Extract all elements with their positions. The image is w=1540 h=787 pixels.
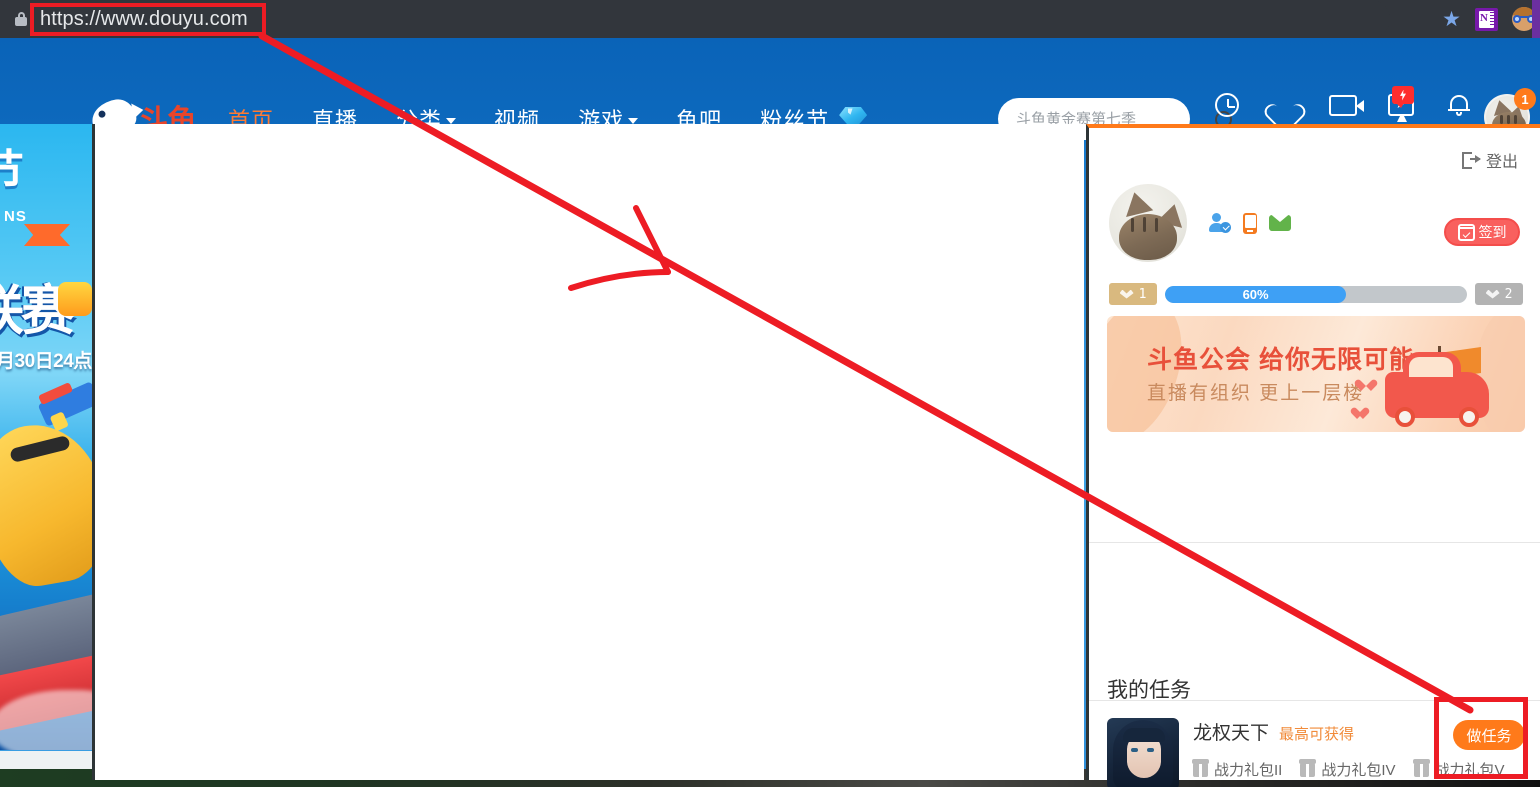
- current-level-badge: 1: [1109, 283, 1157, 305]
- level-progress-bar: 60%: [1165, 285, 1467, 303]
- heart-decor-icon: [1359, 375, 1373, 388]
- main-content-area: [92, 124, 1084, 780]
- panel-divider: [1089, 700, 1540, 701]
- lightning-badge-icon: [1392, 86, 1414, 108]
- video-camera-icon: [1329, 90, 1364, 120]
- gift-box-icon: [1299, 758, 1317, 777]
- panel-user-row: [1109, 184, 1291, 262]
- gift-item: 战力礼包II: [1192, 758, 1283, 780]
- task-gift-list: 战力礼包II 战力礼包IV 战力礼包V: [1192, 758, 1525, 780]
- clock-icon: [1215, 90, 1239, 120]
- avatar-notification-badge: 1: [1514, 88, 1536, 110]
- next-level-badge: 2: [1475, 283, 1523, 305]
- url-text: https://www.douyu.com: [40, 7, 248, 30]
- task-row: 龙权天下 最高可获得 战力礼包II 战力礼包IV 战力礼包V 做任务: [1107, 718, 1525, 787]
- calendar-check-icon: [1457, 223, 1475, 241]
- current-level-value: 1: [1138, 286, 1147, 302]
- next-level-value: 2: [1504, 286, 1513, 302]
- site-navbar: 斗鱼 DOUYU.COM 首页 直播 分类 视频 游戏 鱼吧: [0, 38, 1540, 145]
- promo-water-gun: [37, 381, 92, 427]
- browser-extension-bar: ★: [1442, 0, 1540, 38]
- gift-label: 战力礼包V: [1434, 762, 1505, 779]
- user-dropdown-panel: 登出 签到 1 60% 2 斗鱼公会 给你无限可能 直播有组织 更上一层楼 我的…: [1086, 124, 1540, 787]
- do-task-button[interactable]: 做任务: [1453, 720, 1525, 750]
- promo-tag-ns: NS: [4, 208, 27, 225]
- promo-ribbon: [24, 224, 70, 246]
- heart-decor-icon: [1355, 403, 1365, 412]
- task-game-thumbnail[interactable]: [1107, 718, 1179, 787]
- browser-right-edge: [1532, 0, 1540, 38]
- monitor-icon: [1388, 86, 1414, 120]
- gift-label: 战力礼包IV: [1321, 762, 1396, 779]
- checkin-button[interactable]: 签到: [1444, 218, 1520, 246]
- account-status-icons: [1209, 212, 1291, 234]
- bell-icon: [1448, 90, 1470, 120]
- left-promo-banner[interactable]: 节 NS 联赛 月30日24点: [0, 124, 92, 750]
- car-illustration: [1385, 352, 1489, 427]
- person-verified-icon[interactable]: [1209, 213, 1231, 233]
- level-progress-row: 1 60% 2: [1109, 283, 1523, 305]
- gift-box-icon: [1412, 758, 1430, 777]
- browser-toolbar: https://www.douyu.com ★: [0, 0, 1540, 38]
- level-wing-icon: [1119, 289, 1134, 299]
- logout-label: 登出: [1485, 154, 1518, 171]
- panel-avatar[interactable]: [1109, 184, 1187, 262]
- onenote-icon[interactable]: [1475, 7, 1498, 31]
- guild-banner-subtitle: 直播有组织 更上一层楼: [1147, 383, 1365, 404]
- guild-promo-banner[interactable]: 斗鱼公会 给你无限可能 直播有组织 更上一层楼: [1107, 316, 1525, 432]
- logout-button[interactable]: 登出: [1461, 148, 1518, 172]
- star-icon[interactable]: ★: [1442, 9, 1461, 30]
- heart-icon: [1272, 90, 1298, 120]
- gift-box-icon: [1192, 758, 1209, 777]
- promo-s-badge: [58, 282, 92, 316]
- phone-icon[interactable]: [1243, 212, 1257, 234]
- promo-tag-top: 节: [0, 136, 24, 202]
- task-game-name[interactable]: 龙权天下: [1193, 718, 1269, 745]
- logout-icon: [1461, 151, 1481, 169]
- guild-banner-title: 斗鱼公会 给你无限可能: [1147, 346, 1415, 374]
- promo-date: 月30日24点: [0, 351, 92, 372]
- level-progress-fill: 60%: [1165, 285, 1347, 303]
- gift-label: 战力礼包II: [1214, 762, 1283, 779]
- address-bar[interactable]: https://www.douyu.com: [0, 0, 1390, 38]
- checkin-label: 签到: [1478, 224, 1507, 240]
- lock-icon: [14, 11, 28, 27]
- screenshot-root: 节 NS 联赛 月30日24点 斗鱼 DOUYU.COM 首页 直播 分类: [0, 0, 1540, 787]
- panel-divider: [1089, 542, 1540, 543]
- level-progress-label: 60%: [1242, 286, 1269, 302]
- level-wing-icon: [1485, 289, 1500, 299]
- task-reward-note: 最高可获得: [1279, 726, 1355, 743]
- mail-icon[interactable]: [1269, 215, 1291, 231]
- gift-item: 战力礼包V: [1412, 758, 1505, 780]
- gift-item: 战力礼包IV: [1299, 758, 1396, 780]
